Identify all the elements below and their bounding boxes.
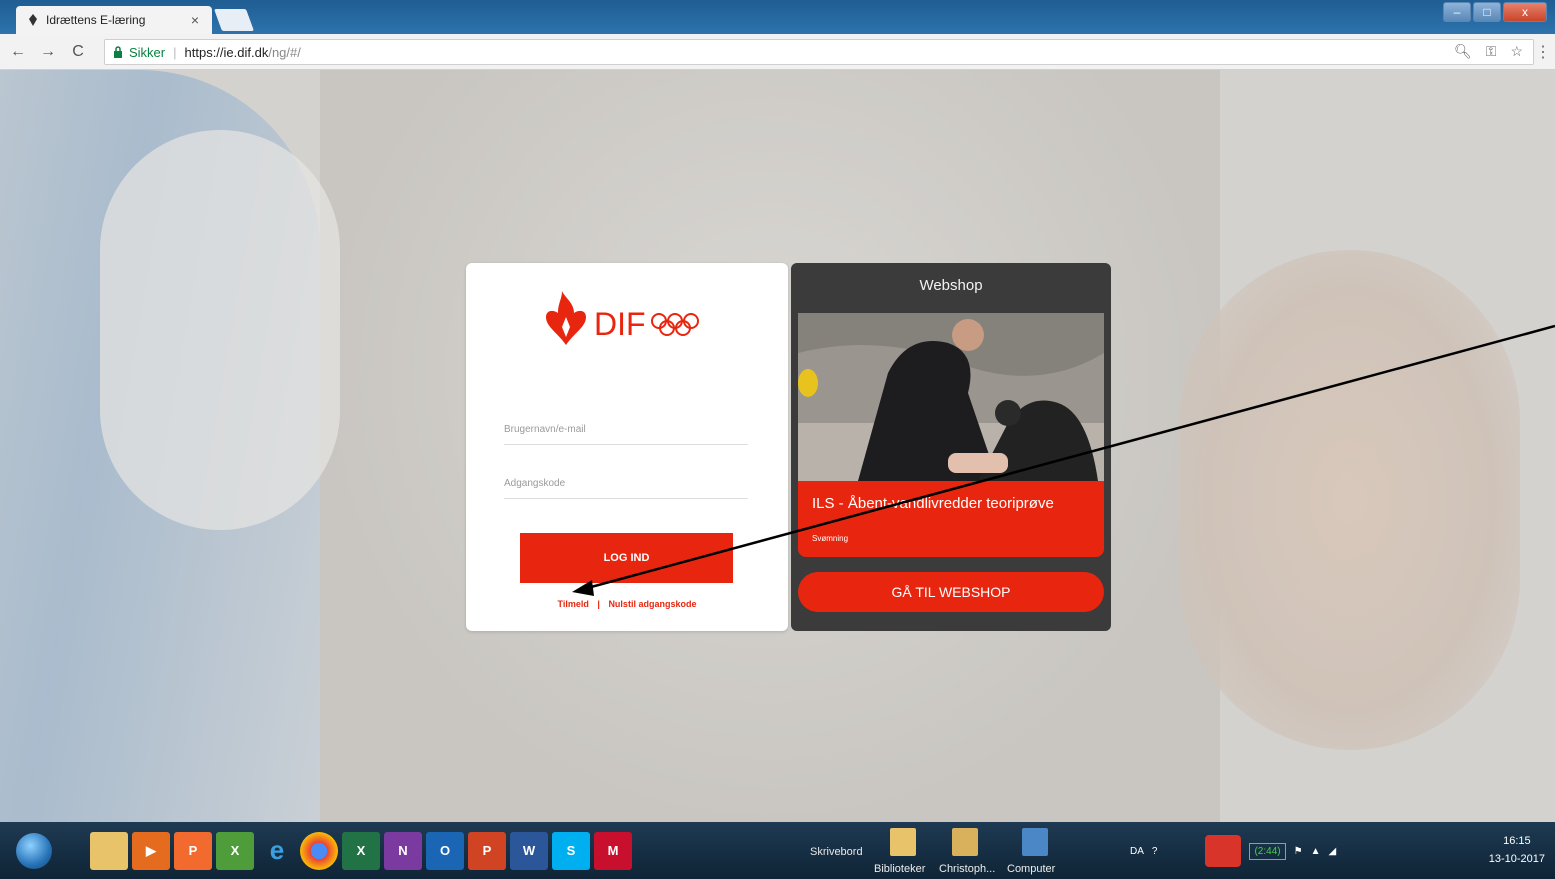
webshop-button[interactable]: GÅ TIL WEBSHOP xyxy=(798,572,1104,612)
flag-icon[interactable]: ⚑ xyxy=(1294,846,1303,857)
webshop-card: Webshop ILS - Åbent-vandlivredder teorip… xyxy=(791,263,1111,631)
outlook-icon[interactable]: O xyxy=(426,831,464,870)
zoom-icon[interactable]: 🔍︎ xyxy=(1454,43,1472,60)
battery-indicator[interactable]: (2:44) xyxy=(1249,842,1286,860)
reset-password-link[interactable]: Nulstil adgangskode xyxy=(608,599,696,609)
clock-time: 16:15 xyxy=(1503,835,1531,847)
excel-alt-icon[interactable]: X xyxy=(216,831,254,870)
help-icon[interactable]: ? xyxy=(1152,846,1158,857)
tab-title: Idrættens E-læring xyxy=(46,13,146,27)
dif-logo-text: DIF xyxy=(594,306,646,342)
language-indicator[interactable]: DA xyxy=(1130,846,1144,857)
url-path: /ng/#/ xyxy=(268,44,301,60)
mcafee-icon[interactable]: M xyxy=(594,831,632,870)
lifeguard-photo xyxy=(798,313,1104,481)
omnibox-icons: 🔍︎ ⚿ ☆ xyxy=(1454,43,1523,60)
media-player-icon[interactable]: ▶ xyxy=(132,831,170,870)
chrome-icon[interactable] xyxy=(300,831,338,870)
webshop-title: Webshop xyxy=(919,277,983,294)
computer-icon[interactable] xyxy=(1022,828,1048,856)
onenote-icon[interactable]: N xyxy=(384,831,422,870)
start-button-icon[interactable] xyxy=(16,832,52,869)
key-icon[interactable]: ⚿ xyxy=(1486,43,1497,60)
dif-logo: DIF xyxy=(546,291,699,345)
password-field[interactable]: Adgangskode xyxy=(504,469,748,499)
libraries-icon[interactable] xyxy=(890,828,916,856)
network-icon[interactable]: ▲ xyxy=(1311,846,1321,857)
browser-tab[interactable]: Idrættens E-læring × xyxy=(16,6,212,34)
browser-toolbar: ← → C Sikker | https://ie.dif.dk /ng/#/ … xyxy=(0,34,1555,70)
window-controls: – □ x xyxy=(1443,2,1547,22)
desktop-label[interactable]: Skrivebord xyxy=(810,846,863,858)
internet-explorer-icon[interactable]: e xyxy=(258,832,296,870)
powerpoint-icon[interactable]: P xyxy=(468,831,506,870)
new-tab-button[interactable] xyxy=(213,9,255,31)
word-icon[interactable]: W xyxy=(510,831,548,870)
product-banner[interactable]: ILS - Åbent-vandlivredder teoriprøve Svø… xyxy=(798,481,1104,557)
minimize-icon[interactable]: – xyxy=(1443,2,1471,22)
volume-icon[interactable]: ◢ xyxy=(1328,846,1336,857)
dif-favicon-icon xyxy=(29,14,37,26)
maximize-icon[interactable]: □ xyxy=(1473,2,1501,22)
back-button[interactable]: ← xyxy=(6,40,30,64)
clock-date: 13-10-2017 xyxy=(1488,853,1545,865)
login-card: DIF Brugernavn/e-mail Adgangskode LOG IN… xyxy=(466,263,788,631)
star-icon[interactable]: ☆ xyxy=(1510,43,1523,60)
tab-close-icon[interactable]: × xyxy=(188,12,202,28)
lock-icon xyxy=(114,46,122,58)
libraries-label[interactable]: Biblioteker xyxy=(874,863,925,875)
skype-icon[interactable]: S xyxy=(552,831,590,870)
tray-app-icon[interactable] xyxy=(1205,835,1242,867)
browser-titlebar: Idrættens E-læring × – □ x xyxy=(0,0,1555,34)
product-name: ILS - Åbent-vandlivredder teoriprøve xyxy=(812,495,1054,512)
address-bar[interactable]: Sikker | https://ie.dif.dk /ng/#/ 🔍︎ ⚿ ☆ xyxy=(104,39,1534,65)
login-links: Tilmeld | Nulstil adgangskode xyxy=(466,599,788,609)
background-highlight xyxy=(100,130,340,530)
url-host: https://ie.dif.dk xyxy=(184,44,269,60)
paint-icon[interactable]: P xyxy=(174,831,212,870)
address-separator: | xyxy=(173,44,177,60)
user-folder-icon[interactable] xyxy=(952,828,978,856)
product-category: Svømning xyxy=(812,534,849,543)
secure-label: Sikker xyxy=(129,44,166,60)
product-photo[interactable] xyxy=(798,313,1104,481)
close-window-icon[interactable]: x xyxy=(1503,2,1547,22)
excel-icon[interactable]: X xyxy=(342,831,380,870)
username-field[interactable]: Brugernavn/e-mail xyxy=(504,415,748,445)
reload-button[interactable]: C xyxy=(66,40,90,64)
taskbar-pinned: ▶ P X e X N O P W S M xyxy=(90,831,632,870)
clock[interactable]: 16:15 13-10-2017 xyxy=(1489,832,1545,868)
user-folder-label[interactable]: Christoph... xyxy=(939,863,995,875)
computer-label[interactable]: Computer xyxy=(1007,863,1055,875)
explorer-icon[interactable] xyxy=(90,831,128,870)
background-hand xyxy=(1180,250,1520,750)
link-separator: | xyxy=(597,599,600,609)
browser-menu-icon[interactable]: ⋮ xyxy=(1535,42,1551,62)
signup-link[interactable]: Tilmeld xyxy=(558,599,589,609)
system-tray: DA ? (2:44) ⚑ ▲ ◢ xyxy=(1130,826,1336,876)
login-button[interactable]: LOG IND xyxy=(520,533,733,583)
forward-button[interactable]: → xyxy=(36,40,60,64)
